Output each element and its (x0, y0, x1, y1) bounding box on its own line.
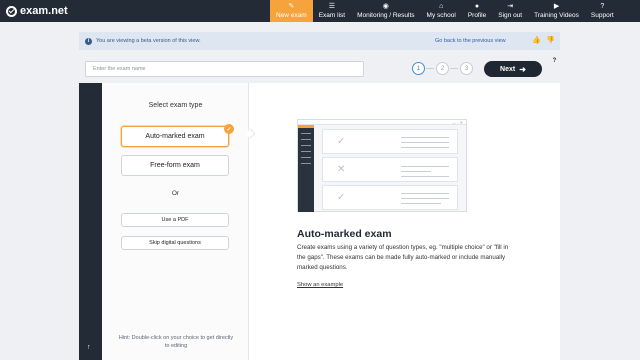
top-navigation: exam.net ✎ New exam ☰ Exam list ◉ Monito… (0, 0, 640, 22)
nav-item-exam-list[interactable]: ☰ Exam list (313, 0, 351, 22)
illustration-line (401, 198, 449, 199)
illustration-sidebar (298, 125, 314, 212)
illustration-line (401, 193, 449, 194)
option-skip-digital[interactable]: Skip digital questions (121, 236, 229, 250)
illustration-line (401, 142, 449, 143)
hint-text: Hint: Double-click on your choice to get… (118, 335, 234, 349)
info-icon: i (85, 37, 92, 45)
check-mark-icon: ✓ (337, 136, 346, 147)
beta-notice-bar: i You are viewing a beta version of this… (79, 32, 560, 50)
user-icon: ● (474, 3, 480, 10)
nav-item-sign-out[interactable]: ⇥ Sign out (492, 0, 528, 22)
nav-label: Training Videos (534, 12, 579, 19)
selector-title: Select exam type (148, 102, 203, 109)
step-connector (450, 68, 458, 69)
detail-title: Auto-marked exam (297, 228, 392, 240)
nav-label: My school (426, 12, 456, 19)
illustration-line (301, 151, 311, 152)
option-use-pdf[interactable]: Use a PDF (121, 213, 229, 227)
illustration-question-card: ✓ (322, 185, 458, 210)
option-free-form[interactable]: Free-form exam (121, 155, 229, 176)
show-example-link[interactable]: Show an example (297, 282, 343, 288)
nav-label: New exam (276, 12, 307, 19)
illustration-line (301, 157, 311, 158)
arrow-right-icon: ➜ (519, 64, 526, 74)
illustration-question-card: ✕ (322, 157, 458, 182)
illustration-line (401, 166, 449, 167)
exam-illustration: — ▫ ✕ ✓ ✕ ✓ (297, 119, 467, 212)
illustration-line (301, 163, 311, 164)
step-2[interactable]: 2 (436, 62, 449, 75)
illustration-question-card: ✓ (322, 129, 458, 154)
sign-out-icon: ⇥ (507, 3, 514, 10)
exam-type-selector: Select exam type Auto-marked exam ✓ Free… (102, 83, 249, 360)
illustration-line (401, 137, 449, 138)
next-button-label: Next (500, 65, 516, 73)
logo[interactable]: exam.net (0, 0, 270, 22)
or-divider: Or (171, 190, 180, 197)
arrow-up-icon[interactable]: ↑ (87, 344, 91, 351)
checkmark-icon: ✓ (224, 124, 234, 134)
detail-description: Create exams using a variety of question… (297, 244, 509, 271)
illustration-line (401, 147, 449, 148)
eye-icon: ◉ (382, 3, 389, 10)
nav-label: Monitoring / Results (357, 12, 415, 19)
question-icon: ? (600, 3, 605, 10)
nav-label: Profile (467, 12, 487, 19)
list-icon: ☰ (328, 3, 336, 10)
logo-check-icon (6, 5, 17, 17)
illustration-line (301, 139, 311, 140)
check-mark-icon: ✓ (337, 192, 346, 203)
nav-label: Exam list (318, 12, 346, 19)
nav-label: Support (590, 12, 614, 19)
illustration-line (401, 176, 449, 177)
option-auto-marked[interactable]: Auto-marked exam (121, 126, 229, 147)
logo-text: exam.net (20, 5, 68, 17)
illustration-window-bar: — ▫ ✕ (298, 120, 466, 125)
exam-name-input[interactable] (85, 61, 364, 77)
thumbs-up-icon[interactable]: 👍 (532, 36, 541, 45)
school-icon: ⌂ (439, 3, 444, 10)
thumbs-down-icon[interactable]: 👎 (546, 36, 555, 45)
nav-label: Sign out (498, 12, 523, 19)
illustration-line (301, 133, 311, 134)
exam-type-panel: ↑ Select exam type Auto-marked exam ✓ Fr… (79, 83, 560, 360)
window-controls-icon: — ▫ ✕ (452, 120, 463, 125)
nav-item-training-videos[interactable]: ▶ Training Videos (528, 0, 585, 22)
step-1[interactable]: 1 (412, 62, 425, 75)
illustration-line (401, 171, 431, 172)
step-3[interactable]: 3 (460, 62, 473, 75)
side-strip: ↑ (79, 83, 102, 360)
illustration-line (301, 145, 311, 146)
nav-item-profile[interactable]: ● Profile (462, 0, 492, 22)
help-icon[interactable]: ? (551, 58, 558, 65)
nav-item-monitoring[interactable]: ◉ Monitoring / Results (351, 0, 420, 22)
nav-item-new-exam[interactable]: ✎ New exam (270, 0, 313, 22)
next-button[interactable]: Next ➜ (484, 61, 542, 77)
pencil-icon: ✎ (288, 3, 295, 10)
illustration-accent (298, 125, 314, 128)
beta-message: You are viewing a beta version of this v… (96, 38, 201, 44)
nav-item-my-school[interactable]: ⌂ My school (421, 0, 462, 22)
nav-item-support[interactable]: ? Support (585, 0, 620, 22)
play-icon: ▶ (553, 3, 560, 10)
illustration-line (401, 203, 441, 204)
cross-mark-icon: ✕ (337, 164, 346, 175)
previous-view-link[interactable]: Go back to the previous view (435, 38, 506, 44)
step-connector (426, 68, 434, 69)
